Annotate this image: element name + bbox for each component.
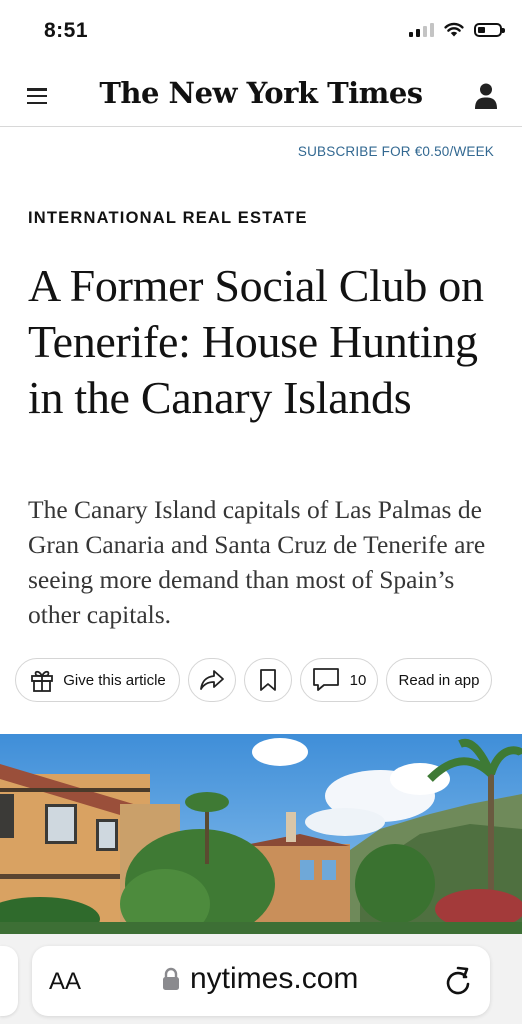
nyt-logo[interactable]: The New York Times bbox=[0, 76, 522, 110]
lock-icon bbox=[163, 967, 179, 990]
url-display[interactable]: nytimes.com bbox=[162, 962, 358, 996]
gift-icon bbox=[31, 670, 54, 692]
status-icons bbox=[409, 22, 505, 37]
battery-icon bbox=[474, 22, 505, 37]
bookmark-icon bbox=[260, 669, 276, 691]
hero-image bbox=[0, 734, 522, 934]
status-bar: 8:51 bbox=[0, 0, 522, 62]
subscribe-link[interactable]: SUBSCRIBE FOR €0.50/WEEK bbox=[298, 144, 494, 159]
masthead: The New York Times bbox=[0, 62, 522, 127]
comments-button[interactable]: 10 bbox=[300, 658, 378, 702]
comment-icon bbox=[312, 668, 339, 691]
browser-toolbar: AA nytimes.com bbox=[0, 934, 522, 1024]
url-text: nytimes.com bbox=[190, 962, 359, 995]
hero-photo-illustration bbox=[0, 734, 522, 934]
save-article-button[interactable] bbox=[244, 658, 292, 702]
gift-article-label: Give this article bbox=[63, 671, 166, 689]
text-size-button[interactable]: AA bbox=[49, 968, 81, 996]
wifi-icon bbox=[444, 22, 464, 37]
comment-count: 10 bbox=[349, 671, 367, 689]
share-button[interactable] bbox=[188, 658, 236, 702]
share-icon bbox=[200, 670, 224, 690]
article-headline: A Former Social Club on Tenerife: House … bbox=[28, 260, 484, 423]
gift-article-button[interactable]: Give this article bbox=[15, 658, 180, 702]
article-kicker[interactable]: INTERNATIONAL REAL ESTATE bbox=[28, 209, 308, 228]
article-summary: The Canary Island capitals of Las Palmas… bbox=[28, 495, 486, 629]
cellular-signal-icon bbox=[409, 22, 434, 37]
reload-icon[interactable] bbox=[444, 966, 472, 996]
read-in-app-button[interactable]: Read in app bbox=[386, 658, 492, 702]
address-bar[interactable]: AA nytimes.com bbox=[32, 946, 490, 1016]
account-icon[interactable] bbox=[474, 82, 498, 110]
previous-tab-peek[interactable] bbox=[0, 946, 18, 1016]
status-time: 8:51 bbox=[44, 19, 89, 42]
article-actions: Give this article 10 Read in app bbox=[0, 656, 522, 706]
